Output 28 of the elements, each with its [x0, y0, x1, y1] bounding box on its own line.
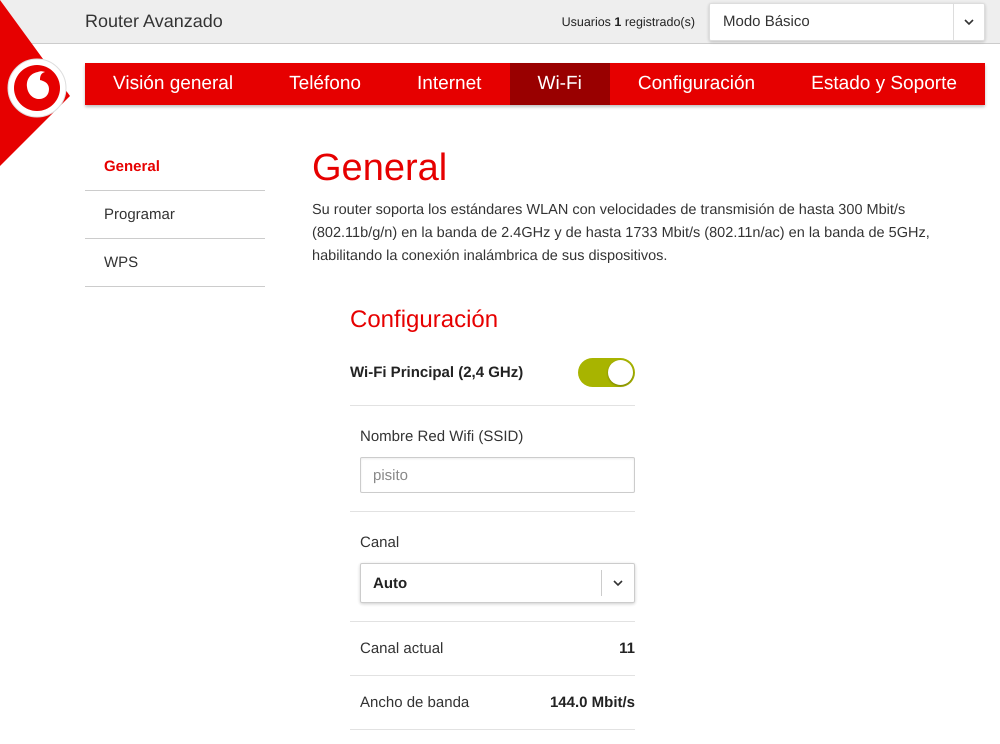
chevron-down-icon	[612, 579, 624, 587]
nav-tab[interactable]: Internet	[389, 63, 510, 105]
info-label: Canal actual	[360, 640, 444, 657]
info-value: 11	[619, 640, 635, 657]
toggle-switch[interactable]	[578, 358, 635, 387]
page-description: Su router soporta los estándares WLAN con velocidades de transmisión de hasta 300 Mbit/s (802.11b/g/n) en la banda de 2.4GHz y de hasta 1733 Mbit/s (802.11n/ac) en la banda de 5GHz, habilitando la conexión inalámbrica de sus dispositivos.	[312, 201, 931, 266]
ssid-field[interactable]: pisito	[360, 457, 635, 493]
logo-icon	[7, 58, 67, 118]
sidebar-item[interactable]: General	[85, 143, 265, 191]
sidebar-item[interactable]: WPS	[85, 239, 265, 287]
field-label: Canal	[360, 534, 400, 551]
users-status: Usuarios 1 registrado(s)	[562, 14, 695, 28]
chevron-down-icon	[963, 18, 975, 26]
mode-select[interactable]: Modo Básico	[709, 2, 985, 40]
sidebar-item[interactable]: Programar	[85, 191, 265, 239]
nav-tab[interactable]: Wi-Fi	[510, 63, 610, 105]
nav-tab[interactable]: Configuración	[610, 63, 784, 105]
app-title: Router Avanzado	[85, 11, 224, 32]
page-title: General	[312, 146, 448, 191]
info-label: Ancho de banda	[360, 694, 470, 711]
info-value: 144.0 Mbit/s	[550, 694, 635, 711]
channel-select[interactable]: Auto	[360, 563, 635, 603]
nav-tab[interactable]: Visión general	[85, 63, 262, 105]
nav-tab[interactable]: Estado y Soporte	[783, 63, 985, 105]
field-label: Nombre Red Wifi (SSID)	[360, 428, 524, 445]
section-title: Configuración	[350, 306, 500, 334]
toggle-label: Wi-Fi Principal (2,4 GHz)	[350, 364, 524, 381]
nav-tab[interactable]: Teléfono	[261, 63, 390, 105]
